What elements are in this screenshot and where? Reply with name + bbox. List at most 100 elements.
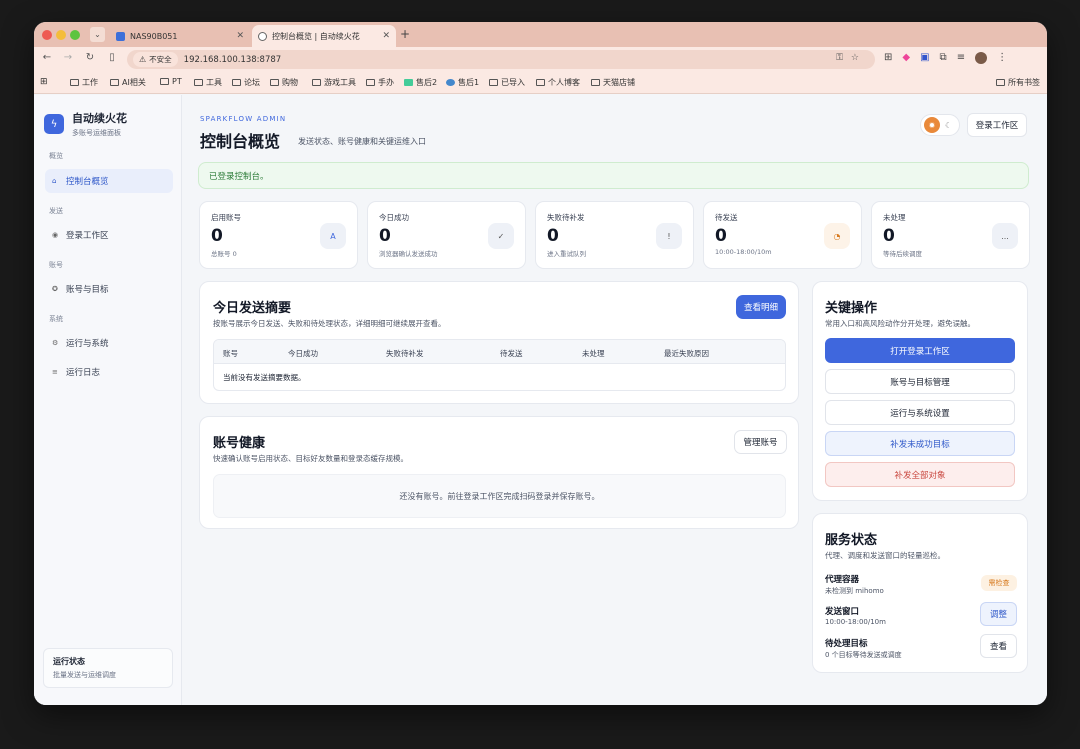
more-icon: ... (992, 223, 1018, 249)
folder-icon (489, 79, 498, 86)
settings-icon: ⚙ (52, 339, 59, 347)
bookmark-link[interactable]: 售后1 (446, 77, 479, 88)
extension-icon[interactable]: ◆ (902, 52, 910, 64)
stat-card: 启用账号 0 总账号 0 A (199, 201, 358, 269)
address-bar[interactable]: ⚠ 不安全 192.168.100.138:8787 ⚿☆ (127, 50, 875, 69)
resend-all-button[interactable]: 补发全部对象 (825, 462, 1015, 487)
card-title: 服务状态 (825, 533, 878, 548)
bookmark-label: 所有书签 (1008, 78, 1040, 87)
sidebar-item-accounts[interactable]: ✪ 账号与目标 (45, 277, 173, 301)
puzzle-icon[interactable]: ⧉ (940, 52, 947, 64)
close-window-button[interactable] (42, 30, 52, 40)
security-chip[interactable]: ⚠ 不安全 (133, 52, 178, 67)
stat-card: 今日成功 0 浏览器确认发送成功 ✓ (367, 201, 526, 269)
more-menu-icon[interactable]: ⋮ (997, 52, 1007, 64)
reload-icon[interactable]: ↻ (83, 52, 97, 63)
bookmark-folder[interactable]: 手办 (366, 77, 394, 88)
folder-icon (366, 79, 375, 86)
minimize-window-button[interactable] (56, 30, 66, 40)
reading-list-icon[interactable]: ≡ (957, 52, 965, 64)
profile-avatar[interactable] (975, 52, 988, 64)
extension-icon[interactable]: ⊞ (884, 52, 892, 64)
theme-toggle[interactable]: ✹ ☾ (920, 114, 960, 136)
nas-favicon-icon (116, 31, 125, 41)
bookmark-label: 售后1 (458, 78, 480, 87)
success-alert: 已登录控制台。 (198, 162, 1029, 189)
bookmark-label: 手办 (378, 78, 394, 87)
bookmark-folder[interactable]: 游戏工具 (312, 77, 356, 88)
bookmark-link[interactable]: 售后2 (404, 77, 437, 88)
close-tab-icon[interactable]: ✕ (382, 31, 390, 41)
login-workspace-button[interactable]: 登录工作区 (967, 113, 1027, 137)
bookmark-label: AI相关 (122, 78, 146, 87)
bookmark-folder[interactable]: 已导入 (489, 77, 525, 88)
manage-accounts-button[interactable]: 管理账号 (734, 430, 787, 454)
bookmark-label: 已导入 (501, 78, 525, 87)
browser-tab-active[interactable]: 控制台概览 | 自动续火花 ✕ (252, 25, 396, 47)
back-arrow-icon[interactable]: ← (40, 52, 54, 63)
stat-label: 今日成功 (379, 213, 409, 222)
bookmark-label: 游戏工具 (324, 78, 356, 87)
bookmark-folder[interactable]: 个人博客 (536, 77, 580, 88)
maximize-window-button[interactable] (70, 30, 80, 40)
app-root: ϟ 自动续火花 多账号运维面板 概览 ⌂ 控制台概览 发送 ◉ 登录工作区 账号… (34, 95, 1047, 705)
globe-favicon-icon (446, 79, 455, 86)
folder-icon (312, 79, 321, 86)
bookmarks-bar: ⊞ 工作 AI相关 PT 工具 论坛 购物 游戏工具 手办 售后2 售后1 已导… (34, 72, 1047, 94)
bookmark-label: 论坛 (244, 78, 260, 87)
bookmark-folder[interactable]: 工具 (194, 77, 222, 88)
apps-grid-icon[interactable]: ⊞ (40, 77, 48, 87)
close-tab-icon[interactable]: ✕ (236, 31, 244, 41)
service-name: 待处理目标 (825, 639, 868, 649)
service-name: 代理容器 (825, 575, 860, 585)
home-icon: ⌂ (52, 177, 57, 185)
all-bookmarks[interactable]: 所有书签 (996, 77, 1040, 88)
stat-card: 待发送 0 10:00-18:00/10m ◔ (703, 201, 862, 269)
bookmark-folder[interactable]: 论坛 (232, 77, 260, 88)
brand-subtitle: 多账号运维面板 (72, 129, 121, 137)
folder-icon (194, 79, 203, 86)
card-title: 今日发送摘要 (213, 301, 292, 316)
sidebar-item-overview[interactable]: ⌂ 控制台概览 (45, 169, 173, 193)
nav-section-send: 发送 (49, 207, 63, 215)
bookmark-folder[interactable]: AI相关 (110, 77, 146, 88)
url-text[interactable]: 192.168.100.138:8787 (184, 55, 282, 65)
browser-tab[interactable]: NAS90B051 ✕ (110, 25, 250, 47)
account-target-management-button[interactable]: 账号与目标管理 (825, 369, 1015, 394)
system-settings-button[interactable]: 运行与系统设置 (825, 400, 1015, 425)
bookmark-label: 天猫店铺 (603, 78, 635, 87)
globe-favicon-icon (258, 31, 267, 41)
security-label: 不安全 (149, 55, 172, 64)
sidebar-item-label: 运行与系统 (66, 339, 109, 349)
bookmark-star-icon[interactable]: ⚿☆ (836, 53, 867, 63)
stat-note: 浏览器确认发送成功 (379, 250, 438, 258)
bookmark-folder[interactable]: 购物 (270, 77, 298, 88)
bookmark-folder[interactable]: PT (160, 77, 182, 86)
resend-failed-button[interactable]: 补发未成功目标 (825, 431, 1015, 456)
extension-icon[interactable]: ▣ (920, 52, 929, 64)
page-subtitle: 发送状态、账号健康和关键运维入口 (298, 137, 426, 146)
tab-search-chevron-icon[interactable]: ⌄ (90, 27, 105, 42)
tab-title: 控制台概览 | 自动续火花 (272, 31, 360, 41)
sidebar-item-label: 运行日志 (66, 368, 101, 378)
card-title: 账号健康 (213, 436, 266, 451)
sidebar-item-login-workspace[interactable]: ◉ 登录工作区 (45, 223, 173, 247)
sidebar-item-logs[interactable]: ≡ 运行日志 (45, 360, 173, 384)
view-details-button[interactable]: 查看明细 (736, 295, 786, 319)
moon-icon: ☾ (945, 120, 953, 130)
adjust-button[interactable]: 调整 (980, 602, 1017, 626)
stat-label: 启用账号 (211, 213, 241, 222)
bookmark-folder[interactable]: 工作 (70, 77, 98, 88)
stat-card: 失败待补发 0 进入重试队列 ! (535, 201, 694, 269)
view-button[interactable]: 查看 (980, 634, 1017, 658)
service-status-card: 服务状态 代理、调度和发送窗口的轻量巡检。 代理容器 未检测到 mihomo 需… (812, 513, 1028, 673)
column-header: 账号 (223, 349, 238, 358)
sidebar-item-system[interactable]: ⚙ 运行与系统 (45, 331, 173, 355)
open-login-workspace-button[interactable]: 打开登录工作区 (825, 338, 1015, 363)
forward-arrow-icon[interactable]: → (61, 52, 75, 63)
split-view-icon[interactable]: ▯ (105, 52, 119, 63)
bookmark-folder[interactable]: 天猫店铺 (591, 77, 635, 88)
brand: ϟ 自动续火花 多账号运维面板 (44, 110, 127, 138)
new-tab-icon[interactable]: + (400, 27, 410, 41)
gear-icon: ✪ (52, 285, 58, 293)
